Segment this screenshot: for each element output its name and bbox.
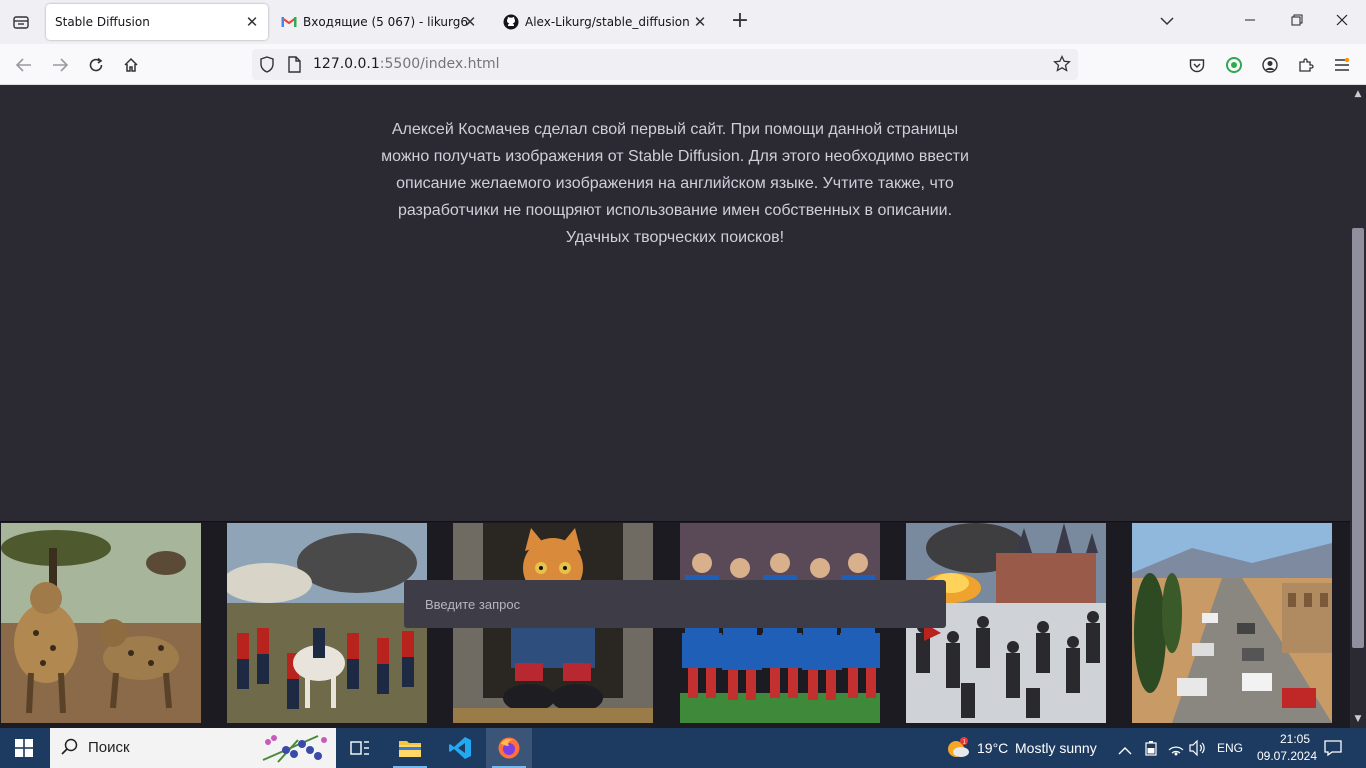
tab-list-button[interactable] xyxy=(8,9,34,35)
arrow-left-icon xyxy=(16,58,31,72)
menu-button[interactable] xyxy=(1329,52,1355,78)
new-tab-button[interactable]: + xyxy=(728,10,752,34)
arrow-right-icon xyxy=(53,58,68,72)
clock-date[interactable]: 09.07.2024 xyxy=(1250,749,1324,763)
search-icon xyxy=(61,738,79,760)
home-button[interactable] xyxy=(118,52,144,78)
navigation-bar: 127.0.0.1:5500/index.html xyxy=(0,44,1366,85)
speaker-icon[interactable] xyxy=(1189,739,1207,760)
gallery-image[interactable] xyxy=(227,523,427,723)
menu-icon xyxy=(1335,58,1350,71)
folder-icon xyxy=(399,741,421,757)
close-icon[interactable]: ✕ xyxy=(462,14,478,30)
minimize-button[interactable] xyxy=(1238,10,1262,34)
tab-list-icon xyxy=(13,16,29,29)
forward-button[interactable] xyxy=(47,52,73,78)
page-viewport: Алексей Космачев сделал свой первый сайт… xyxy=(0,85,1350,728)
search-input[interactable] xyxy=(404,580,946,628)
url-host: 127.0.0.1 xyxy=(313,56,380,72)
reload-icon xyxy=(89,57,103,72)
page-scrollbar[interactable]: ▲ ▼ xyxy=(1350,85,1366,728)
tab-gmail[interactable]: Входящие (5 067) - likurg68@g ✕ xyxy=(272,4,486,40)
extensions-button[interactable] xyxy=(1293,52,1319,78)
close-icon[interactable]: ✕ xyxy=(692,14,708,30)
vscode-button[interactable] xyxy=(437,728,483,768)
scroll-up-icon[interactable]: ▲ xyxy=(1353,89,1363,99)
gallery-image[interactable] xyxy=(1132,523,1332,723)
pocket-button[interactable] xyxy=(1184,52,1210,78)
tab-title: Stable Diffusion xyxy=(55,15,150,29)
vscode-icon xyxy=(449,737,471,759)
windows-taskbar: Поиск 1 19°C Mostly sunny ENG 21:05 09.0… xyxy=(0,728,1366,768)
tab-stable-diffusion[interactable]: Stable Diffusion ✕ xyxy=(46,4,268,40)
intro-text: Алексей Космачев сделал свой первый сайт… xyxy=(381,121,969,246)
taskbar-search[interactable]: Поиск xyxy=(50,728,336,768)
battery-icon[interactable] xyxy=(1143,740,1159,760)
url-path: :5500/index.html xyxy=(379,56,500,72)
firefox-button[interactable] xyxy=(486,728,532,768)
extension-button[interactable] xyxy=(1221,52,1247,78)
reload-button[interactable] xyxy=(83,52,109,78)
chevron-down-icon[interactable] xyxy=(1155,10,1179,34)
task-view-icon xyxy=(350,741,369,755)
taskbar-search-label: Поиск xyxy=(88,739,130,756)
puzzle-icon xyxy=(1299,58,1314,72)
record-icon xyxy=(1226,57,1242,73)
tab-github[interactable]: Alex-Likurg/stable_diffusion ✕ xyxy=(494,4,716,40)
file-explorer-button[interactable] xyxy=(387,728,433,768)
scrollbar-thumb[interactable] xyxy=(1352,228,1364,648)
pocket-icon xyxy=(1189,58,1205,72)
tab-title: Alex-Likurg/stable_diffusion xyxy=(525,15,690,29)
language-indicator[interactable]: ENG xyxy=(1217,741,1243,755)
back-button[interactable] xyxy=(11,52,37,78)
task-view-button[interactable] xyxy=(337,728,383,768)
clock-time[interactable]: 21:05 xyxy=(1266,732,1324,746)
weather-temp[interactable]: 19°C xyxy=(977,740,1008,756)
start-button[interactable] xyxy=(0,728,48,768)
windows-icon xyxy=(15,739,33,757)
wifi-icon[interactable] xyxy=(1167,740,1185,760)
close-icon[interactable]: ✕ xyxy=(244,14,260,30)
notifications-icon[interactable] xyxy=(1324,739,1342,761)
scroll-down-icon[interactable]: ▼ xyxy=(1353,714,1363,724)
url-text[interactable]: 127.0.0.1:5500/index.html xyxy=(313,56,500,72)
tab-bar: Stable Diffusion ✕ Входящие (5 067) - li… xyxy=(0,0,1366,44)
gallery-image[interactable] xyxy=(1,523,201,723)
home-icon xyxy=(124,57,138,72)
tab-title: Входящие (5 067) - likurg68@g xyxy=(303,15,469,29)
shield-icon[interactable] xyxy=(259,56,275,77)
berries-icon xyxy=(258,730,334,768)
weather-condition[interactable]: Mostly sunny xyxy=(1015,740,1097,756)
github-icon xyxy=(503,14,519,30)
gmail-icon xyxy=(281,14,297,30)
star-icon[interactable] xyxy=(1053,54,1071,77)
account-button[interactable] xyxy=(1257,52,1283,78)
close-window-button[interactable] xyxy=(1330,10,1354,34)
search-field[interactable] xyxy=(404,580,946,628)
page-icon[interactable] xyxy=(287,56,301,77)
url-bar[interactable]: 127.0.0.1:5500/index.html xyxy=(252,49,1078,80)
firefox-icon xyxy=(498,737,520,759)
chevron-up-icon[interactable] xyxy=(1118,741,1132,760)
account-icon xyxy=(1262,57,1278,73)
weather-icon[interactable]: 1 xyxy=(946,737,970,763)
restore-button[interactable] xyxy=(1285,10,1309,34)
